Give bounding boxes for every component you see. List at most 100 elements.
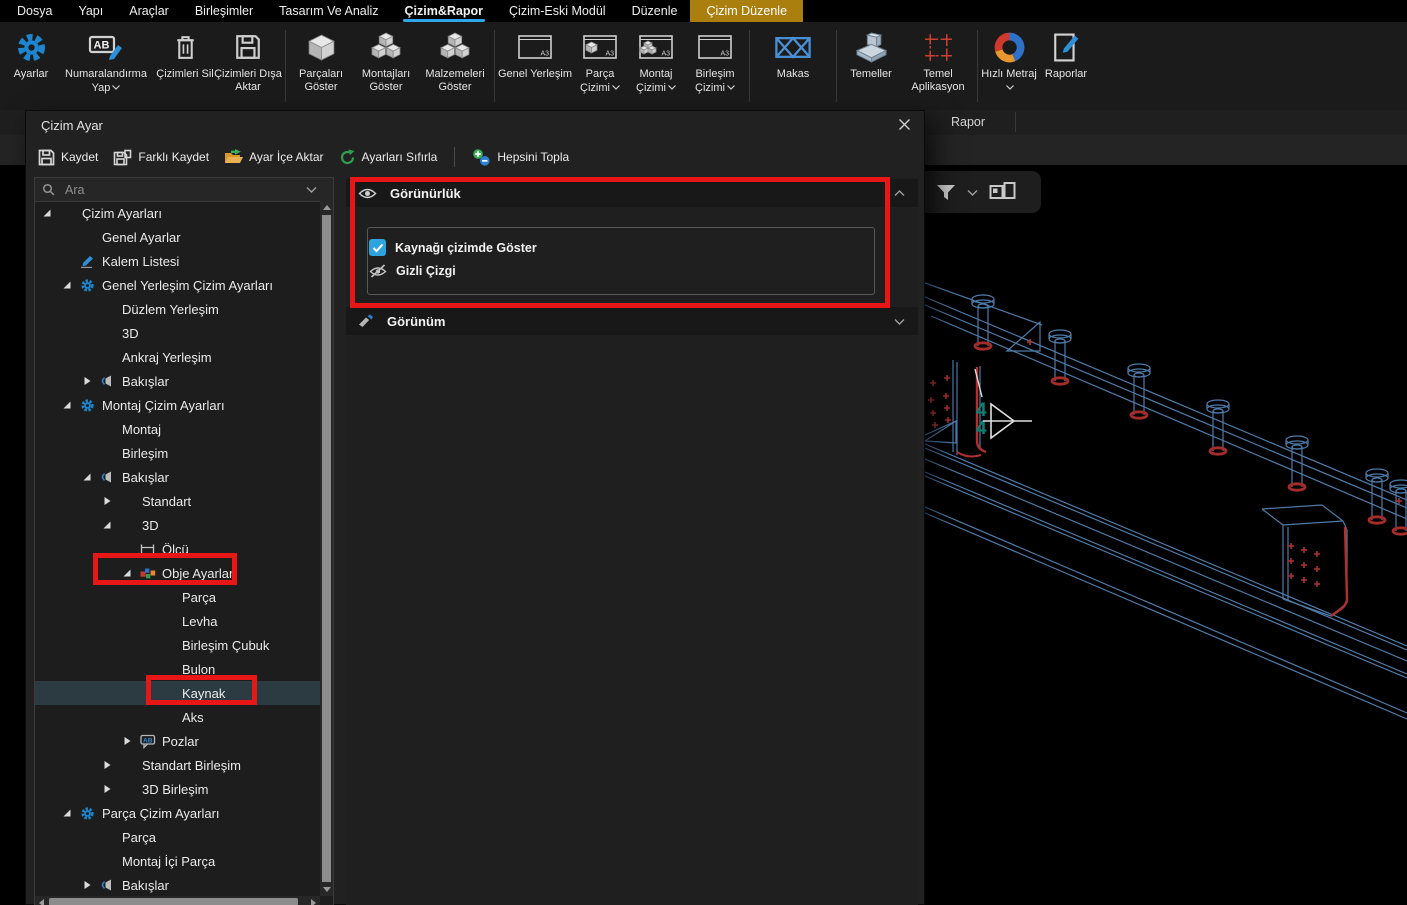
ribbon-button-par-alar-g-ster[interactable]: Parçaları Göster bbox=[289, 22, 353, 110]
menu-item-d-zenle[interactable]: Düzenle bbox=[619, 0, 691, 22]
chevron-down-icon[interactable] bbox=[967, 189, 978, 196]
expander-icon[interactable] bbox=[82, 873, 92, 897]
ribbon-button-izimleri-d-a-aktar[interactable]: Çizimleri Dışa Aktar bbox=[214, 22, 282, 110]
horizontal-scrollbar[interactable] bbox=[35, 896, 320, 905]
ribbon-button-montajlar-g-ster[interactable]: Montajları Göster bbox=[353, 22, 419, 110]
ribbon-button-genel-yerle-im[interactable]: A3Genel Yerleşim bbox=[498, 22, 572, 110]
tree-item-montaj-i-i-par-a[interactable]: Montaj İçi Parça bbox=[35, 849, 320, 873]
ribbon-button-label: Numaralandırma Yap bbox=[56, 68, 156, 95]
expander-icon[interactable] bbox=[62, 393, 72, 417]
tree-item-d-zlem-yerle-im[interactable]: Düzlem Yerleşim bbox=[35, 297, 320, 321]
setting-row-gizli-izgi[interactable]: Gizli Çizgi bbox=[369, 264, 456, 278]
menu-item-ara-lar[interactable]: Araçlar bbox=[116, 0, 182, 22]
ribbon-button-raporlar[interactable]: Raporlar bbox=[1037, 22, 1095, 110]
tree-item-label: Bulon bbox=[182, 657, 215, 681]
tree-item-pozlar[interactable]: ABPozlar bbox=[35, 729, 320, 753]
scroll-left-arrow[interactable] bbox=[39, 899, 44, 905]
checkbox-checked[interactable] bbox=[369, 239, 386, 256]
tree-item-kaynak[interactable]: Kaynak bbox=[35, 681, 320, 705]
expander-icon[interactable] bbox=[82, 369, 92, 393]
svg-text:A3: A3 bbox=[606, 51, 615, 58]
ribbon-button-ayarlar[interactable]: Ayarlar bbox=[6, 22, 56, 110]
tree-item-montaj[interactable]: Montaj bbox=[35, 417, 320, 441]
menu-item-dosya[interactable]: Dosya bbox=[4, 0, 65, 22]
ribbon-button-izimleri-sil[interactable]: Çizimleri Sil bbox=[156, 22, 214, 110]
tree-item-3d[interactable]: 3D bbox=[35, 321, 320, 345]
expander-icon[interactable] bbox=[122, 561, 132, 585]
expander-icon[interactable] bbox=[62, 801, 72, 825]
tree-item-l[interactable]: Ölçü bbox=[35, 537, 320, 561]
menu-item-izim-eski-mod-l[interactable]: Çizim-Eski Modül bbox=[496, 0, 619, 22]
scroll-down-arrow[interactable] bbox=[323, 887, 331, 892]
tree-item-standart-birle-im[interactable]: Standart Birleşim bbox=[35, 753, 320, 777]
ribbon-button-label: Birleşim Çizimi bbox=[684, 68, 746, 95]
tree-item-kalem-listesi[interactable]: Kalem Listesi bbox=[35, 249, 320, 273]
expander-icon[interactable] bbox=[62, 273, 72, 297]
menu-item-tasar-m-ve-analiz[interactable]: Tasarım Ve Analiz bbox=[266, 0, 391, 22]
views-save-icon[interactable] bbox=[989, 181, 1017, 203]
menu-item-izim-d-zenle[interactable]: Çizim Düzenle bbox=[690, 0, 803, 22]
ribbon-button-montaj-izimi[interactable]: A3Montaj Çizimi bbox=[628, 22, 684, 110]
tree-item-aks[interactable]: Aks bbox=[35, 705, 320, 729]
expander-icon[interactable] bbox=[102, 489, 112, 513]
tree-item-bak-lar[interactable]: Bakışlar bbox=[35, 465, 320, 489]
tree-item-genel-yerle-im-izim-ayarlar[interactable]: Genel Yerleşim Çizim Ayarları bbox=[35, 273, 320, 297]
expander-icon[interactable] bbox=[42, 201, 52, 225]
collect-icon bbox=[472, 148, 491, 167]
expander-icon[interactable] bbox=[102, 753, 112, 777]
ribbon-button-temel-aplikasyon[interactable]: Temel Aplikasyon bbox=[902, 22, 974, 110]
tree-item-izim-ayarlar[interactable]: Çizim Ayarları bbox=[35, 201, 320, 225]
ribbon-button-malzemeleri-g-ster[interactable]: Malzemeleri Göster bbox=[419, 22, 491, 110]
tree-item-par-a-izim-ayarlar[interactable]: Parça Çizim Ayarları bbox=[35, 801, 320, 825]
tree-item-par-a[interactable]: Parça bbox=[35, 585, 320, 609]
scrollbar-thumb[interactable] bbox=[322, 215, 331, 882]
reset-icon bbox=[339, 149, 356, 166]
ribbon-button-temeller[interactable]: Temeller bbox=[840, 22, 902, 110]
ribbon-button-birle-im-izimi[interactable]: A3Birleşim Çizimi bbox=[684, 22, 746, 110]
brush-icon bbox=[358, 314, 374, 329]
close-button[interactable] bbox=[892, 117, 916, 137]
toolbar-button-ayarlar-s-f-rla[interactable]: Ayarları Sıfırla bbox=[339, 149, 438, 166]
ribbon-button-h-zl-metraj[interactable]: Hızlı Metraj bbox=[981, 22, 1037, 110]
toolbar-button-hepsini-topla[interactable]: Hepsini Topla bbox=[472, 148, 569, 167]
setting-row-kayna-izimde-g-ster[interactable]: Kaynağı çizimde Göster bbox=[369, 239, 537, 256]
ribbon-button-par-a-izimi[interactable]: A3Parça Çizimi bbox=[572, 22, 628, 110]
tree-item-birle-im[interactable]: Birleşim bbox=[35, 441, 320, 465]
menu-item-birle-imler[interactable]: Birleşimler bbox=[182, 0, 266, 22]
toolbar-divider bbox=[454, 147, 455, 167]
tree-item-bulon[interactable]: Bulon bbox=[35, 657, 320, 681]
scroll-right-arrow[interactable] bbox=[311, 899, 316, 905]
menu-item-yap[interactable]: Yapı bbox=[65, 0, 116, 22]
tree-item-genel-ayarlar[interactable]: Genel Ayarlar bbox=[35, 225, 320, 249]
tree-item-montaj-izim-ayarlar[interactable]: Montaj Çizim Ayarları bbox=[35, 393, 320, 417]
scroll-up-arrow[interactable] bbox=[323, 205, 331, 210]
tree-item-obje-ayarlar[interactable]: Obje Ayarları bbox=[35, 561, 320, 585]
chevron-up-icon[interactable] bbox=[894, 190, 905, 197]
tree-item-standart[interactable]: Standart bbox=[35, 489, 320, 513]
filter-icon[interactable] bbox=[936, 184, 956, 201]
tree-item-bak-lar[interactable]: Bakışlar bbox=[35, 873, 320, 897]
tree-item-bak-lar[interactable]: Bakışlar bbox=[35, 369, 320, 393]
section-header-g-r-n-m[interactable]: Görünüm bbox=[346, 307, 918, 335]
tree-item-3d[interactable]: 3D bbox=[35, 513, 320, 537]
scrollbar-thumb[interactable] bbox=[49, 898, 298, 905]
section-header-g-r-n-rl-k[interactable]: Görünürlük bbox=[346, 179, 918, 207]
tree-item-3d-birle-im[interactable]: 3D Birleşim bbox=[35, 777, 320, 801]
tree-item-levha[interactable]: Levha bbox=[35, 609, 320, 633]
tree-item-par-a[interactable]: Parça bbox=[35, 825, 320, 849]
expander-icon[interactable] bbox=[82, 465, 92, 489]
tree-item-birle-im-ubuk[interactable]: Birleşim Çubuk bbox=[35, 633, 320, 657]
ribbon-button-makas[interactable]: Makas bbox=[753, 22, 833, 110]
vertical-scrollbar[interactable] bbox=[320, 201, 333, 896]
chevron-down-icon[interactable] bbox=[894, 318, 905, 325]
toolbar-button-kaydet[interactable]: Kaydet bbox=[38, 149, 98, 166]
toolbar-button-ayar-i-e-aktar[interactable]: Ayar İçe Aktar bbox=[224, 149, 323, 165]
expander-icon[interactable] bbox=[102, 777, 112, 801]
menu-item-izim-rapor[interactable]: Çizim&Rapor bbox=[392, 0, 496, 22]
tree-item-ankraj-yerle-im[interactable]: Ankraj Yerleşim bbox=[35, 345, 320, 369]
expander-icon[interactable] bbox=[122, 729, 132, 753]
expander-icon[interactable] bbox=[102, 513, 112, 537]
ribbon-button-numaraland-rma-yap[interactable]: ABNumaralandırma Yap bbox=[56, 22, 156, 110]
anchor-grid-icon bbox=[923, 28, 954, 66]
toolbar-button-farkl-kaydet[interactable]: Farklı Kaydet bbox=[113, 149, 209, 166]
